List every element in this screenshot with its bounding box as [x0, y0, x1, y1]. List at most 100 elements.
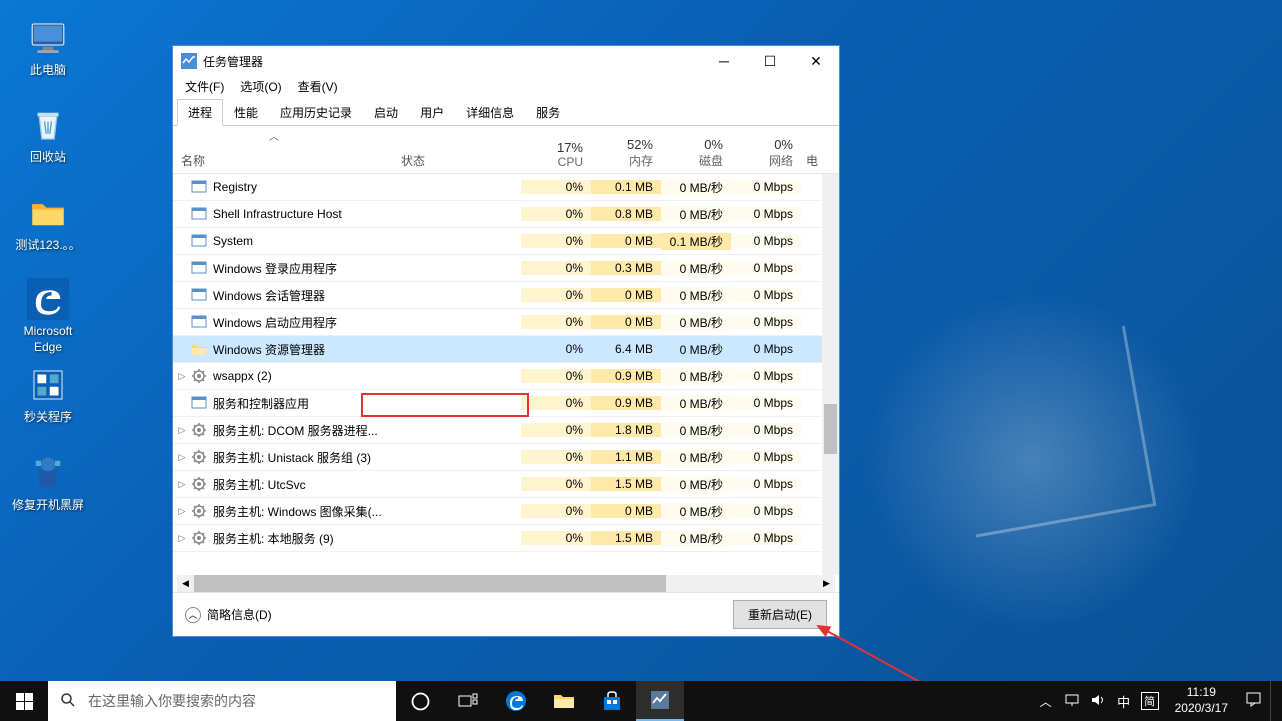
- header-name[interactable]: ︿ 名称: [173, 152, 397, 169]
- process-name: 服务主机: 本地服务 (9): [213, 530, 334, 547]
- tab-processes[interactable]: 进程: [177, 99, 223, 126]
- desktop-icon-label: Microsoft Edge: [10, 324, 86, 355]
- taskbar-taskview[interactable]: [444, 681, 492, 721]
- desktop-icon-fix-boot[interactable]: 修复开机黑屏: [10, 452, 86, 514]
- process-row[interactable]: Windows 启动应用程序0%0 MB0 MB/秒0 Mbps: [173, 309, 839, 336]
- process-icon: [191, 233, 207, 249]
- tray-ime[interactable]: 中: [1115, 692, 1133, 711]
- tray-volume-icon[interactable]: [1089, 693, 1107, 710]
- tab-app-history[interactable]: 应用历史记录: [269, 99, 363, 126]
- process-icon: [191, 179, 207, 195]
- tab-performance[interactable]: 性能: [223, 99, 269, 126]
- process-row[interactable]: ▷wsappx (2)0%0.9 MB0 MB/秒0 Mbps: [173, 363, 839, 390]
- network-value: 0 Mbps: [731, 315, 801, 329]
- network-value: 0 Mbps: [731, 288, 801, 302]
- tab-details[interactable]: 详细信息: [455, 99, 525, 126]
- start-button[interactable]: [0, 681, 48, 721]
- network-value: 0 Mbps: [731, 207, 801, 221]
- cpu-value: 0%: [521, 423, 591, 437]
- vertical-scrollbar[interactable]: [822, 174, 839, 575]
- process-row[interactable]: 服务和控制器应用0%0.9 MB0 MB/秒0 Mbps: [173, 390, 839, 417]
- expand-toggle[interactable]: ▷: [173, 371, 191, 382]
- tray-clock[interactable]: 11:19 2020/3/17: [1167, 685, 1236, 716]
- taskbar-edge[interactable]: [492, 681, 540, 721]
- process-row[interactable]: ▷服务主机: DCOM 服务器进程...0%1.8 MB0 MB/秒0 Mbps: [173, 417, 839, 444]
- chevron-up-icon: ︿: [185, 607, 201, 623]
- scrollbar-thumb[interactable]: [824, 404, 837, 454]
- menu-file[interactable]: 文件(F): [177, 76, 232, 98]
- process-row[interactable]: Windows 资源管理器0%6.4 MB0 MB/秒0 Mbps: [173, 336, 839, 363]
- header-memory[interactable]: 52%内存: [591, 137, 661, 169]
- desktop-icon-label: 修复开机黑屏: [10, 498, 86, 514]
- maximize-button[interactable]: ☐: [747, 46, 793, 76]
- process-row[interactable]: Shell Infrastructure Host0%0.8 MB0 MB/秒0…: [173, 201, 839, 228]
- taskbar-cortana[interactable]: [396, 681, 444, 721]
- expand-toggle[interactable]: ▷: [173, 452, 191, 463]
- scroll-left-button[interactable]: ◀: [177, 575, 194, 592]
- header-network[interactable]: 0%网络: [731, 137, 801, 169]
- minimize-button[interactable]: ─: [701, 46, 747, 76]
- tab-users[interactable]: 用户: [409, 99, 455, 126]
- memory-value: 0.1 MB: [591, 180, 661, 194]
- fewer-details-button[interactable]: ︿ 简略信息(D): [185, 606, 272, 623]
- process-row[interactable]: Windows 登录应用程序0%0.3 MB0 MB/秒0 Mbps: [173, 255, 839, 282]
- network-value: 0 Mbps: [731, 504, 801, 518]
- menu-view[interactable]: 查看(V): [290, 76, 346, 98]
- process-list: Registry0%0.1 MB0 MB/秒0 MbpsShell Infras…: [173, 174, 839, 575]
- taskbar-explorer[interactable]: [540, 681, 588, 721]
- tab-startup[interactable]: 启动: [363, 99, 409, 126]
- tray-notifications-icon[interactable]: [1244, 691, 1262, 711]
- expand-toggle[interactable]: ▷: [173, 479, 191, 490]
- tray-ime-mode[interactable]: 简: [1141, 692, 1159, 710]
- taskbar-store[interactable]: [588, 681, 636, 721]
- tray-network-icon[interactable]: [1063, 693, 1081, 710]
- process-name: Windows 资源管理器: [213, 341, 325, 358]
- header-cpu[interactable]: 17%CPU: [521, 140, 591, 169]
- network-value: 0 Mbps: [731, 477, 801, 491]
- process-row[interactable]: System0%0 MB0.1 MB/秒0 Mbps: [173, 228, 839, 255]
- process-icon: [191, 206, 207, 222]
- cpu-value: 0%: [521, 477, 591, 491]
- desktop-icon-this-pc[interactable]: 此电脑: [10, 17, 86, 79]
- desktop-icon-edge[interactable]: Microsoft Edge: [10, 278, 86, 355]
- process-row[interactable]: ▷服务主机: Unistack 服务组 (3)0%1.1 MB0 MB/秒0 M…: [173, 444, 839, 471]
- cpu-value: 0%: [521, 504, 591, 518]
- desktop-icon-recycle-bin[interactable]: 回收站: [10, 104, 86, 166]
- memory-value: 0.9 MB: [591, 369, 661, 383]
- restart-button[interactable]: 重新启动(E): [733, 600, 827, 629]
- process-row[interactable]: Registry0%0.1 MB0 MB/秒0 Mbps: [173, 174, 839, 201]
- desktop-icon-test-folder[interactable]: 测试123.。。: [10, 192, 86, 254]
- network-value: 0 Mbps: [731, 261, 801, 275]
- process-icon: [191, 341, 207, 357]
- desktop-icon-close-app[interactable]: 秒关程序: [10, 364, 86, 426]
- search-box[interactable]: 在这里输入你要搜索的内容: [48, 681, 396, 721]
- process-row[interactable]: ▷服务主机: 本地服务 (9)0%1.5 MB0 MB/秒0 Mbps: [173, 525, 839, 552]
- titlebar[interactable]: 任务管理器 ─ ☐ ✕: [173, 46, 839, 76]
- windows-logo-icon: [16, 693, 33, 710]
- network-value: 0 Mbps: [731, 423, 801, 437]
- disk-value: 0 MB/秒: [661, 314, 731, 331]
- tray-chevron-up-icon[interactable]: ︿: [1037, 693, 1055, 710]
- header-disk[interactable]: 0%磁盘: [661, 137, 731, 169]
- close-button[interactable]: ✕: [793, 46, 839, 76]
- expand-toggle[interactable]: ▷: [173, 533, 191, 544]
- header-extra[interactable]: 电: [801, 152, 823, 169]
- taskbar-taskmgr[interactable]: [636, 681, 684, 721]
- horizontal-scrollbar[interactable]: ◀ ▶: [177, 575, 835, 592]
- process-row[interactable]: ▷服务主机: Windows 图像采集(...0%0 MB0 MB/秒0 Mbp…: [173, 498, 839, 525]
- hscroll-thumb[interactable]: [194, 575, 666, 592]
- clock-time: 11:19: [1175, 685, 1228, 701]
- process-row[interactable]: ▷服务主机: UtcSvc0%1.5 MB0 MB/秒0 Mbps: [173, 471, 839, 498]
- process-icon: [191, 287, 207, 303]
- disk-value: 0 MB/秒: [661, 449, 731, 466]
- tab-services[interactable]: 服务: [525, 99, 571, 126]
- menu-options[interactable]: 选项(O): [232, 76, 289, 98]
- network-value: 0 Mbps: [731, 531, 801, 545]
- disk-value: 0 MB/秒: [661, 395, 731, 412]
- process-row[interactable]: Windows 会话管理器0%0 MB0 MB/秒0 Mbps: [173, 282, 839, 309]
- show-desktop-button[interactable]: [1270, 681, 1276, 721]
- expand-toggle[interactable]: ▷: [173, 425, 191, 436]
- scroll-right-button[interactable]: ▶: [818, 575, 835, 592]
- expand-toggle[interactable]: ▷: [173, 506, 191, 517]
- header-status[interactable]: 状态: [397, 152, 521, 169]
